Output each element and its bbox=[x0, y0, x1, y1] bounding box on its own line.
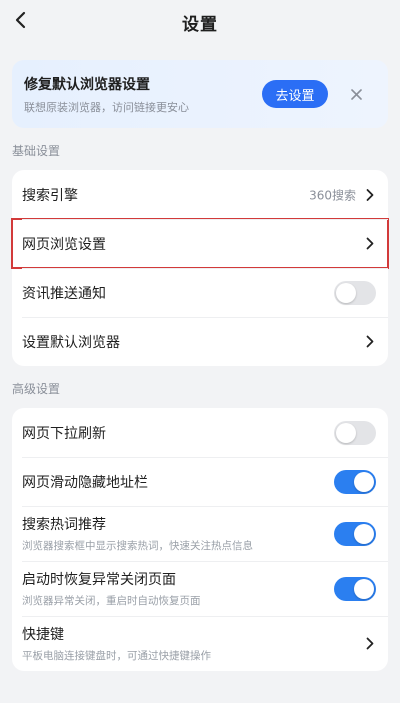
row-search-engine[interactable]: 搜索引擎 360搜索 bbox=[12, 170, 388, 219]
row-web-browsing-settings[interactable]: 网页浏览设置 bbox=[11, 218, 389, 269]
row-label: 网页下拉刷新 bbox=[22, 425, 106, 442]
section-label-basic: 基础设置 bbox=[12, 144, 61, 158]
row-hot-search: 搜索热词推荐 浏览器搜索框中显示搜索热词，快速关注热点信息 bbox=[12, 506, 388, 561]
restore-pages-toggle[interactable] bbox=[334, 576, 376, 601]
row-hide-address-bar: 网页滑动隐藏地址栏 bbox=[12, 457, 388, 506]
banner-close-button[interactable] bbox=[346, 84, 366, 104]
chevron-right-icon bbox=[364, 188, 376, 202]
close-icon bbox=[350, 88, 362, 100]
row-set-default-browser[interactable]: 设置默认浏览器 bbox=[12, 317, 388, 366]
hide-address-bar-toggle[interactable] bbox=[334, 469, 376, 494]
row-description: 平板电脑连接键盘时，可通过快捷键操作 bbox=[22, 650, 211, 662]
basic-settings-card: 搜索引擎 360搜索 网页浏览设置 资讯推送通知 设置默认浏览器 bbox=[11, 170, 389, 366]
row-label: 网页滑动隐藏地址栏 bbox=[22, 474, 148, 491]
row-label: 网页浏览设置 bbox=[22, 236, 106, 253]
go-settings-button[interactable]: 去设置 bbox=[262, 80, 328, 108]
chevron-right-icon bbox=[364, 237, 376, 251]
row-label: 搜索热词推荐 bbox=[22, 517, 106, 533]
bottom-clip bbox=[0, 691, 400, 703]
top-bar: 设置 bbox=[0, 0, 400, 44]
row-description: 浏览器搜索框中显示搜索热词，快速关注热点信息 bbox=[22, 540, 253, 552]
row-pull-to-refresh: 网页下拉刷新 bbox=[12, 408, 388, 457]
page-title: 设置 bbox=[182, 14, 218, 35]
chevron-right-icon bbox=[364, 335, 376, 349]
chevron-right-icon bbox=[364, 637, 376, 651]
row-shortcuts[interactable]: 快捷键 平板电脑连接键盘时，可通过快捷键操作 bbox=[12, 616, 388, 671]
hot-search-toggle[interactable] bbox=[334, 521, 376, 546]
row-label: 启动时恢复异常关闭页面 bbox=[22, 572, 176, 588]
default-browser-banner: 修复默认浏览器设置 联想原装浏览器，访问链接更安心 去设置 bbox=[12, 60, 388, 128]
row-restore-pages: 启动时恢复异常关闭页面 浏览器异常关闭，重启时自动恢复页面 bbox=[12, 561, 388, 616]
row-label: 设置默认浏览器 bbox=[22, 334, 120, 351]
pull-to-refresh-toggle[interactable] bbox=[334, 420, 376, 445]
back-arrow-icon bbox=[15, 11, 26, 29]
back-button[interactable] bbox=[6, 6, 34, 34]
row-news-push: 资讯推送通知 bbox=[12, 268, 388, 317]
advanced-settings-card: 网页下拉刷新 网页滑动隐藏地址栏 搜索热词推荐 浏览器搜索框中显示搜索热词，快速… bbox=[12, 408, 388, 671]
row-label: 搜索引擎 bbox=[22, 187, 78, 204]
row-label: 资讯推送通知 bbox=[22, 285, 106, 302]
news-push-toggle[interactable] bbox=[334, 280, 376, 305]
row-label: 快捷键 bbox=[22, 627, 64, 643]
search-engine-value: 360搜索 bbox=[309, 188, 356, 202]
section-label-advanced: 高级设置 bbox=[12, 382, 61, 396]
row-description: 浏览器异常关闭，重启时自动恢复页面 bbox=[22, 595, 201, 607]
